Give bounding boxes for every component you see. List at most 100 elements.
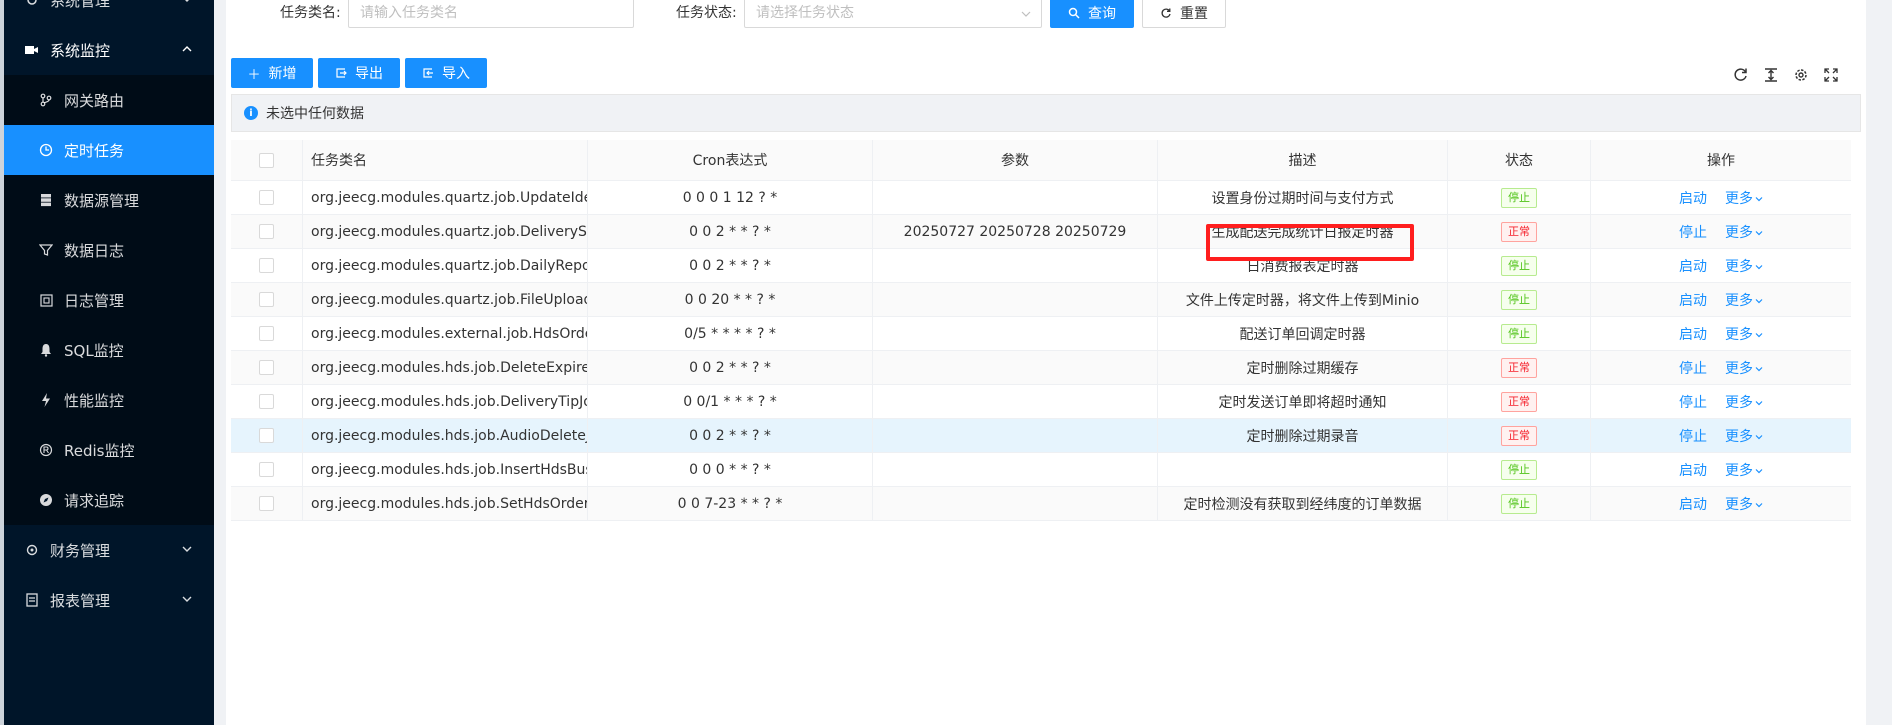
setting-icon[interactable] (1790, 64, 1812, 86)
database-icon (38, 192, 54, 208)
table-row[interactable]: org.jeecg.modules.quartz.job.DeliverySuc… (231, 215, 1851, 249)
sidebar-item-finance[interactable]: 财务管理 (4, 525, 214, 575)
cron-expression: 0 0 7-23 * * ? * (588, 487, 873, 520)
select-all-checkbox[interactable] (259, 152, 274, 168)
more-dropdown[interactable]: 更多 (1725, 290, 1763, 310)
toggle-job-link[interactable]: 停止 (1679, 426, 1707, 446)
export-button[interactable]: 导出 (318, 58, 400, 88)
sidebar-item-6[interactable]: 性能监控 (4, 375, 214, 425)
sidebar-item-1[interactable]: 定时任务 (4, 125, 214, 175)
settings-icon (24, 0, 40, 8)
sidebar-item-7[interactable]: Redis监控 (4, 425, 214, 475)
chevron-down-icon (1755, 230, 1763, 235)
row-checkbox[interactable] (259, 360, 274, 375)
more-dropdown[interactable]: 更多 (1725, 188, 1763, 208)
sidebar-item-4[interactable]: 日志管理 (4, 275, 214, 325)
row-checkbox[interactable] (259, 258, 274, 273)
row-checkbox[interactable] (259, 496, 274, 511)
toggle-job-link[interactable]: 启动 (1679, 256, 1707, 276)
status-cell: 停止 (1448, 181, 1591, 214)
toggle-job-link[interactable]: 启动 (1679, 460, 1707, 480)
table-row[interactable]: org.jeecg.modules.hds.job.InsertHdsBusin… (231, 453, 1851, 487)
info-icon: i (244, 106, 258, 120)
row-checkbox[interactable] (259, 190, 274, 205)
table-row[interactable]: org.jeecg.modules.hds.job.DeleteExpireCa… (231, 351, 1851, 385)
table-row[interactable]: org.jeecg.modules.quartz.job.UpdateIdent… (231, 181, 1851, 215)
row-checkbox[interactable] (259, 224, 274, 239)
sidebar-item-system-manage[interactable]: 系统管理 (4, 0, 214, 25)
table-row[interactable]: org.jeecg.modules.hds.job.DeliveryTipJob… (231, 385, 1851, 419)
reset-button[interactable]: 重置 (1142, 0, 1226, 28)
reload-icon (1161, 8, 1171, 18)
table-row[interactable]: org.jeecg.modules.quartz.job.FileUploadJ… (231, 283, 1851, 317)
more-dropdown[interactable]: 更多 (1725, 460, 1763, 480)
status-cell: 停止 (1448, 249, 1591, 282)
sidebar-item-system-monitor[interactable]: 系统监控 (4, 25, 214, 75)
more-dropdown[interactable]: 更多 (1725, 426, 1763, 446)
query-button[interactable]: 查询 (1050, 0, 1134, 28)
main-content: 任务类名: 请输入任务类名 任务状态: 请选择任务状态 查询 重置 ＋ 新增 导… (214, 0, 1892, 725)
alert-text: 未选中任何数据 (266, 106, 364, 122)
fullscreen-icon[interactable] (1820, 64, 1842, 86)
more-dropdown[interactable]: 更多 (1725, 222, 1763, 242)
status-badge: 正常 (1501, 425, 1537, 446)
import-button[interactable]: 导入 (405, 58, 487, 88)
toggle-job-link[interactable]: 启动 (1679, 290, 1707, 310)
select-cell (231, 181, 303, 214)
more-dropdown[interactable]: 更多 (1725, 324, 1763, 344)
row-checkbox[interactable] (259, 326, 274, 341)
refresh-icon[interactable] (1730, 64, 1752, 86)
sidebar-item-report[interactable]: 报表管理 (4, 575, 214, 625)
job-status-label: 任务状态: (676, 5, 737, 21)
status-badge: 停止 (1501, 289, 1537, 310)
sidebar-item-2[interactable]: 数据源管理 (4, 175, 214, 225)
table-row[interactable]: org.jeecg.modules.hds.job.AudioDeleteJob… (231, 419, 1851, 453)
status-badge: 停止 (1501, 323, 1537, 344)
compass-icon (38, 492, 54, 508)
job-params (873, 453, 1158, 486)
column-height-icon[interactable] (1760, 64, 1782, 86)
job-params (873, 283, 1158, 316)
ops-cell: 启动 更多 (1591, 181, 1851, 214)
job-status-select[interactable]: 请选择任务状态 (744, 0, 1042, 28)
select-cell (231, 419, 303, 452)
filter-icon (38, 242, 54, 258)
clock-icon (38, 142, 54, 158)
sidebar-item-label: 系统监控 (50, 41, 111, 60)
more-label: 更多 (1725, 428, 1753, 445)
job-class-name: org.jeecg.modules.quartz.job.DailyReport… (303, 249, 588, 282)
toggle-job-link[interactable]: 停止 (1679, 222, 1707, 242)
row-checkbox[interactable] (259, 462, 274, 477)
status-cell: 停止 (1448, 283, 1591, 316)
sidebar-item-5[interactable]: SQL监控 (4, 325, 214, 375)
table-row[interactable]: org.jeecg.modules.external.job.HdsOrder.… (231, 317, 1851, 351)
toggle-job-link[interactable]: 启动 (1679, 324, 1707, 344)
ops-cell: 启动 更多 (1591, 317, 1851, 350)
sidebar-item-label: 报表管理 (50, 591, 111, 610)
more-dropdown[interactable]: 更多 (1725, 358, 1763, 378)
sidebar-item-3[interactable]: 数据日志 (4, 225, 214, 275)
search-icon (1068, 7, 1080, 19)
row-checkbox[interactable] (259, 394, 274, 409)
job-name-input[interactable]: 请输入任务类名 (348, 0, 634, 28)
more-dropdown[interactable]: 更多 (1725, 494, 1763, 514)
row-checkbox[interactable] (259, 428, 274, 443)
add-button[interactable]: ＋ 新增 (231, 58, 313, 88)
row-checkbox[interactable] (259, 292, 274, 307)
toggle-job-link[interactable]: 停止 (1679, 392, 1707, 412)
toggle-job-link[interactable]: 启动 (1679, 188, 1707, 208)
table-row[interactable]: org.jeecg.modules.quartz.job.DailyReport… (231, 249, 1851, 283)
more-dropdown[interactable]: 更多 (1725, 392, 1763, 412)
toggle-job-link[interactable]: 停止 (1679, 358, 1707, 378)
export-icon (336, 68, 347, 78)
more-dropdown[interactable]: 更多 (1725, 256, 1763, 276)
select-cell (231, 351, 303, 384)
table-row[interactable]: org.jeecg.modules.hds.job.SetHdsOrderLo.… (231, 487, 1851, 521)
chevron-down-icon (1755, 366, 1763, 371)
sidebar-item-0[interactable]: 网关路由 (4, 75, 214, 125)
thunder-icon (38, 392, 54, 408)
sidebar-item-8[interactable]: 请求追踪 (4, 475, 214, 525)
toggle-job-link[interactable]: 启动 (1679, 494, 1707, 514)
bell-icon (38, 342, 54, 358)
ops-cell: 停止 更多 (1591, 215, 1851, 248)
